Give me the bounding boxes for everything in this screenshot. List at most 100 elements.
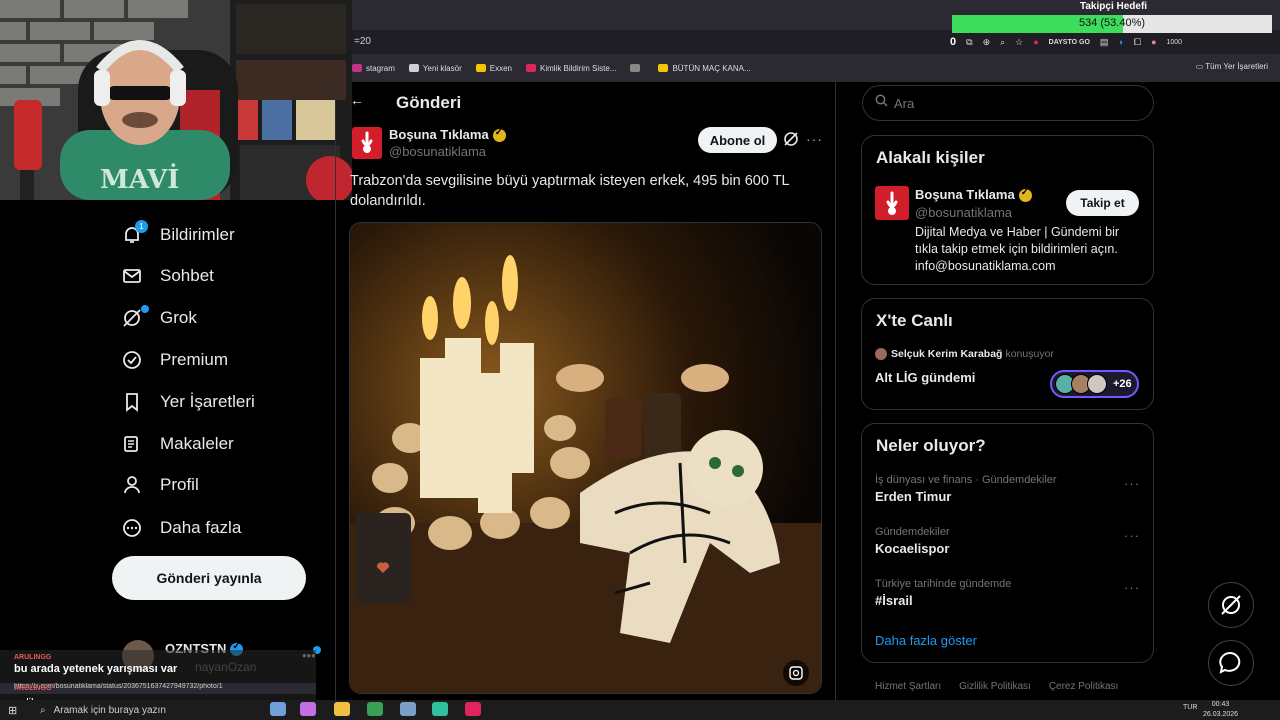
app-icon[interactable]	[432, 702, 448, 716]
trend-item[interactable]: Erden Timur	[875, 489, 951, 504]
sidebar-item-label: Grok	[160, 308, 197, 327]
post-button[interactable]: Gönderi yayınla	[112, 556, 306, 600]
sidebar-item-label: Profil	[160, 475, 199, 494]
listener-avatar	[1087, 374, 1107, 394]
clock[interactable]: 00:43 26.03.2026	[1203, 700, 1238, 720]
live-listeners[interactable]: +26	[1050, 370, 1139, 398]
related-name-text: Boşuna Tıklama	[915, 187, 1015, 202]
grok-icon[interactable]	[783, 131, 799, 152]
task-view-icon[interactable]	[270, 702, 286, 716]
sidebar-item-sohbet[interactable]: Sohbet	[120, 261, 214, 291]
back-arrow-icon[interactable]: ←	[350, 92, 364, 108]
bookmark-icon	[408, 64, 419, 72]
trend-category: Gündemdekiler	[875, 526, 950, 538]
live-topic[interactable]: Alt LİG gündemi	[875, 370, 975, 385]
author-avatar[interactable]	[352, 127, 382, 159]
trend-item[interactable]: #İsrail	[875, 593, 913, 608]
bookmark-icon	[525, 64, 536, 72]
live-host-suffix: konuşuyor	[1005, 348, 1054, 360]
subscribe-button[interactable]: Abone ol	[698, 127, 777, 153]
envelope-icon	[120, 264, 144, 288]
search-box[interactable]	[862, 85, 1154, 121]
live-host: Selçuk Kerim Karabağ konuşuyor	[875, 348, 1054, 360]
webcam-feed: MAVİ	[0, 0, 352, 200]
live-title: X'te Canlı	[876, 311, 953, 330]
follow-button[interactable]: Takip et	[1066, 190, 1139, 216]
lens-icon[interactable]: ⌕	[1000, 37, 1005, 48]
bookmark-item[interactable]: BÜTÜN MAÇ KANA...	[658, 64, 751, 73]
sidebar-item-label: Sohbet	[160, 266, 214, 285]
footer-link[interactable]: Hizmet Şartları	[875, 681, 941, 692]
trend-more-icon[interactable]: ···	[1124, 528, 1140, 543]
start-icon[interactable]: ⊞	[8, 704, 17, 717]
profile-avatar-icon[interactable]: ●	[1151, 37, 1156, 47]
screenshot-icon[interactable]: ⧉	[966, 37, 972, 48]
all-bookmarks-label: Tüm Yer İşaretleri	[1205, 62, 1268, 71]
clock-date: 26.03.2026	[1203, 711, 1239, 718]
chrome-icon[interactable]	[367, 702, 383, 716]
author-handle[interactable]: @bosunatiklama	[389, 144, 486, 159]
chat-username: ARULINGG	[14, 654, 52, 661]
bookmark-icon	[352, 64, 362, 72]
grok-fab[interactable]	[1208, 582, 1254, 628]
post-more-icon[interactable]: ···	[806, 131, 823, 147]
grok-dot	[141, 305, 149, 313]
related-name[interactable]: Boşuna Tıklama	[915, 187, 1032, 203]
star-icon[interactable]: ☆	[1015, 37, 1023, 48]
trend-more-icon[interactable]: ···	[1124, 580, 1140, 595]
taskbar-search-placeholder: Aramak için buraya yazın	[53, 704, 166, 716]
related-avatar[interactable]	[875, 186, 909, 220]
extension-blue-icon[interactable]: ◗	[1118, 37, 1123, 47]
file-explorer-icon[interactable]	[334, 702, 350, 716]
post-image[interactable]	[349, 222, 822, 694]
bookmark-item[interactable]: Yeni klasör	[408, 63, 462, 73]
footer-link[interactable]: Gizlilik Politikası	[959, 681, 1031, 692]
bookmark-item[interactable]	[630, 64, 644, 72]
extensions-puzzle-icon[interactable]: ⧠	[1134, 37, 1141, 48]
sidebar-item-profil[interactable]: Profil	[120, 470, 199, 500]
sidebar-item-label: Makaleler	[160, 434, 234, 453]
related-handle[interactable]: @bosunatiklama	[915, 205, 1012, 220]
live-host-name: Selçuk Kerim Karabağ	[891, 348, 1003, 360]
bookmark-item[interactable]: Kimlik Bildirim Siste...	[525, 64, 616, 73]
sidebar-item-yer-i-şaretleri[interactable]: Yer İşaretleri	[120, 387, 255, 417]
app-icon[interactable]	[300, 702, 316, 716]
zoom-icon[interactable]: ⊕	[983, 37, 991, 48]
chat-username: ARULINGG	[14, 685, 52, 692]
notification-badge: 1	[135, 220, 148, 233]
extension-icon[interactable]: ▤	[1100, 37, 1109, 48]
language-indicator[interactable]: TUR	[1183, 704, 1197, 711]
sidebar-item-grok[interactable]: Grok	[120, 303, 197, 333]
bookmark-label: Exxen	[489, 63, 512, 73]
trend-item[interactable]: Kocaelispor	[875, 541, 949, 556]
sidebar-item-daha-fazla[interactable]: Daha fazla	[120, 513, 241, 543]
bookmark-icon	[630, 64, 641, 72]
author-name[interactable]: Boşuna Tıklama	[389, 127, 506, 143]
sidebar-item-premium[interactable]: Premium	[120, 345, 228, 375]
show-more-link[interactable]: Daha fazla göster	[875, 633, 977, 648]
app-icon[interactable]	[400, 702, 416, 716]
trend-more-icon[interactable]: ···	[1124, 476, 1140, 491]
search-input[interactable]	[894, 95, 1124, 111]
extension-days-label[interactable]: DAYSTO GO	[1049, 39, 1090, 46]
listener-count: +26	[1113, 378, 1132, 390]
column-divider	[835, 82, 836, 702]
taskbar-search[interactable]: ⌕ Aramak için buraya yazın	[40, 702, 255, 718]
all-bookmarks-button[interactable]: ▭ Tüm Yer İşaretleri	[1196, 62, 1268, 71]
messages-fab[interactable]	[1208, 640, 1254, 686]
trend-category: İş dünyası ve finans · Gündemdekiler	[875, 474, 1057, 486]
bookmark-label: Yeni klasör	[422, 63, 462, 73]
extension-red-icon[interactable]: ●	[1033, 37, 1038, 47]
counter-badge[interactable]: 0	[950, 36, 956, 48]
image-grok-icon[interactable]	[783, 660, 809, 686]
sidebar-item-makaleler[interactable]: Makaleler	[120, 429, 234, 459]
sidebar-item-label: Bildirimler	[160, 225, 235, 244]
app-icon[interactable]	[465, 702, 481, 716]
follower-goal-title: Takipçi Hedefi	[1080, 1, 1148, 12]
bookmark-item[interactable]: Exxen	[475, 63, 512, 73]
footer-link[interactable]: Çerez Politikası	[1049, 681, 1118, 692]
bookmark-item[interactable]: stagram	[352, 64, 395, 73]
browser-toolbar: 0 ⧉ ⊕ ⌕ ☆ ● DAYSTO GO ▤ ◗ ⧠ ● 1000	[950, 34, 1280, 50]
bookmarks-bar: stagram Yeni klasör Exxen Kimlik Bildirim S…	[352, 56, 1280, 80]
sidebar-item-label: Daha fazla	[160, 518, 242, 537]
